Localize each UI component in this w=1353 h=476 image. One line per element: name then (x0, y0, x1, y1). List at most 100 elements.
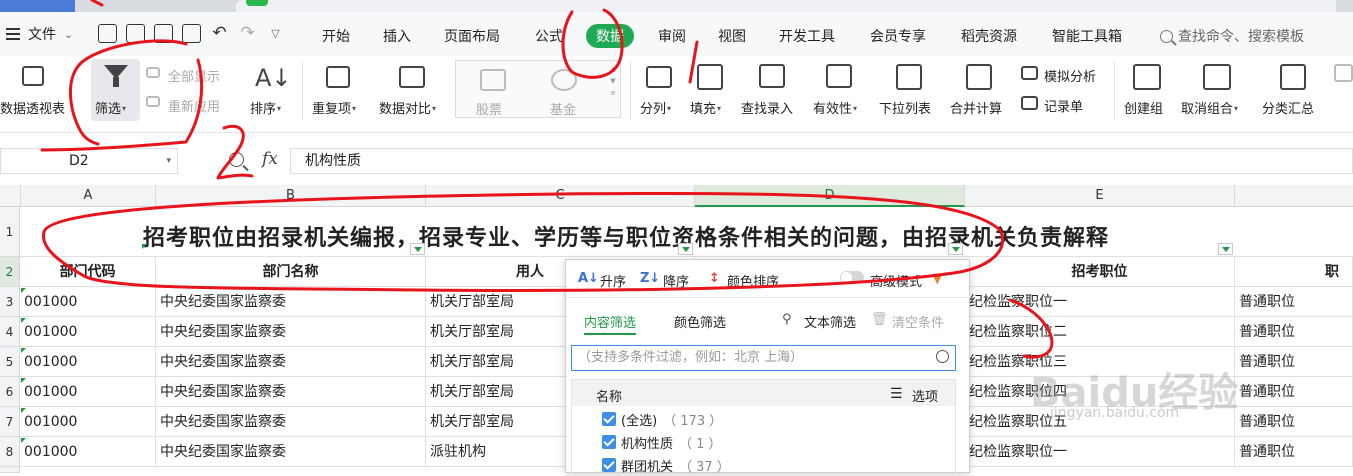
consolidate-button[interactable]: 合并计算 (950, 98, 1002, 117)
table-cell[interactable]: 001000 (20, 317, 156, 347)
dropdown-list-button[interactable]: 下拉列表 (879, 98, 931, 117)
tab-content-filter[interactable]: 内容筛选 (584, 312, 637, 335)
tab-developer[interactable]: 开发工具 (779, 26, 835, 46)
create-group-button[interactable]: 创建组 (1124, 98, 1163, 117)
row-header-7[interactable]: 7 (0, 407, 20, 437)
print-preview-icon[interactable] (182, 24, 201, 43)
text-filter-button[interactable]: 文本筛选 (804, 312, 856, 331)
chevron-down-icon[interactable]: ▼ (933, 273, 941, 286)
table-cell[interactable]: 001000 (20, 287, 156, 317)
sort-ascending-button[interactable]: 升序 (600, 271, 626, 290)
lookup-button[interactable]: 查找录入 (741, 98, 793, 117)
filter-dropdown-c[interactable] (678, 243, 693, 255)
insert-function-icon[interactable]: fx (262, 149, 278, 169)
column-header-c[interactable]: C (426, 185, 695, 207)
compare-button[interactable]: 数据对比▾ (379, 98, 436, 117)
tab-smart-tools[interactable]: 智能工具箱 (1052, 26, 1122, 46)
checkbox-checked-icon[interactable] (602, 458, 616, 472)
table-cell[interactable]: 中央纪委国家监察委 (156, 437, 426, 467)
select-all-corner[interactable] (0, 185, 21, 207)
row-header-5[interactable]: 5 (0, 347, 20, 377)
row-header-4[interactable]: 4 (0, 317, 20, 347)
table-cell[interactable]: 普通职位 (1235, 437, 1353, 467)
validity-button[interactable]: 有效性▾ (813, 98, 857, 117)
options-button[interactable]: 选项 (912, 386, 938, 405)
tab-review[interactable]: 审阅 (658, 26, 686, 46)
tab-home[interactable]: 开始 (322, 26, 350, 46)
stocks-button[interactable]: 股票 (476, 99, 502, 118)
table-cell[interactable]: 普通职位 (1235, 377, 1353, 407)
sort-button[interactable]: 排序▾ (250, 98, 281, 117)
redo-icon[interactable]: ↷ (238, 24, 257, 43)
column-header-e[interactable]: E (965, 185, 1235, 207)
sort-descending-button[interactable]: 降序 (663, 271, 689, 290)
pivot-table-button[interactable]: 数据透视表 (0, 98, 65, 117)
table-cell[interactable]: 中央纪委国家监察委 (156, 377, 426, 407)
window-tab[interactable] (236, 0, 1336, 12)
zoom-icon[interactable] (229, 152, 244, 167)
tab-docer[interactable]: 稻壳资源 (961, 26, 1017, 46)
checkbox-checked-icon[interactable] (602, 412, 616, 426)
table-cell[interactable]: 普通职位 (1235, 287, 1353, 317)
table-cell[interactable]: 中央纪委国家监察委 (156, 317, 426, 347)
list-item[interactable]: (全选) （ 173 ） (602, 408, 722, 430)
checkbox-checked-icon[interactable] (602, 435, 616, 449)
stock-fund-gallery[interactable]: 股票 基金 ▲ ▼ ≡ (455, 60, 621, 118)
undo-icon[interactable]: ↶ (210, 24, 229, 43)
reapply-button[interactable]: 重新应用 (168, 96, 220, 115)
row-header-6[interactable]: 6 (0, 377, 20, 407)
row-header-1[interactable]: 1 (0, 207, 20, 257)
table-cell[interactable]: 001000 (20, 437, 156, 467)
file-menu[interactable]: 文件 ⌄ (0, 24, 73, 44)
funds-button[interactable]: 基金 (550, 99, 576, 118)
tab-color-filter[interactable]: 颜色筛选 (674, 312, 726, 331)
command-search[interactable]: 查找命令、搜索模板 (1160, 26, 1304, 46)
filter-button[interactable]: 筛选▾ (95, 98, 126, 117)
table-cell[interactable]: 中央纪委国家监察委 (156, 407, 426, 437)
split-button[interactable]: 分列▾ (640, 98, 671, 117)
simulate-button[interactable]: 模拟分析 (1044, 66, 1096, 85)
column-header-a[interactable]: A (21, 185, 156, 207)
list-header-name[interactable]: 名称 (596, 386, 622, 405)
filter-dropdown-d[interactable] (948, 243, 963, 255)
table-cell[interactable]: 普通职位 (1235, 407, 1353, 437)
color-sort-button[interactable]: 颜色排序 (727, 271, 779, 290)
table-cell[interactable]: 普通职位 (1235, 347, 1353, 377)
filter-search-input[interactable]: （支持多条件过滤，例如：北京 上海） (571, 345, 956, 371)
table-cell[interactable]: 中央纪委国家监察委 (156, 287, 426, 317)
print-icon[interactable] (154, 24, 173, 43)
tab-page-layout[interactable]: 页面布局 (444, 26, 500, 46)
more-group-icon[interactable] (1334, 64, 1353, 82)
row-header-2[interactable]: 2 (0, 257, 20, 287)
table-cell[interactable]: 001000 (20, 347, 156, 377)
column-header-d[interactable]: D (695, 185, 965, 207)
tab-insert[interactable]: 插入 (383, 26, 411, 46)
list-item[interactable]: 机构性质 （ 1 ） (602, 431, 722, 453)
formula-input[interactable]: 机构性质 (290, 148, 1353, 174)
gallery-scroll-icon[interactable]: ▲ ▼ ≡ (608, 63, 618, 99)
save-icon[interactable] (98, 24, 117, 43)
filter-dropdown-b[interactable] (410, 243, 425, 255)
table-cell[interactable]: 纪检监察职位一 (965, 287, 1235, 317)
table-cell[interactable]: 普通职位 (1235, 317, 1353, 347)
header-cell-a[interactable]: 部门代码 (20, 257, 156, 287)
fill-button[interactable]: 填充▾ (690, 98, 721, 117)
table-cell[interactable]: 纪检监察职位一 (965, 437, 1235, 467)
export-icon[interactable] (126, 24, 145, 43)
tab-formulas[interactable]: 公式 (535, 26, 563, 46)
chevron-down-icon[interactable]: ▾ (166, 149, 171, 173)
show-all-button[interactable]: 全部显示 (168, 66, 220, 85)
table-cell[interactable]: 001000 (20, 377, 156, 407)
column-header-b[interactable]: B (156, 185, 426, 207)
tab-data[interactable]: 数据 (586, 24, 634, 48)
search-icon[interactable] (936, 350, 949, 363)
table-cell[interactable]: 中央纪委国家监察委 (156, 347, 426, 377)
advanced-mode-toggle[interactable] (840, 271, 864, 284)
row-header-9[interactable] (0, 467, 20, 473)
row-header-3[interactable]: 3 (0, 287, 20, 317)
clear-condition-button[interactable]: 清空条件 (892, 312, 944, 331)
window-tab-active[interactable] (0, 0, 75, 12)
table-cell[interactable]: 纪检监察职位二 (965, 317, 1235, 347)
row-header-8[interactable]: 8 (0, 437, 20, 467)
tab-membership[interactable]: 会员专享 (870, 26, 926, 46)
